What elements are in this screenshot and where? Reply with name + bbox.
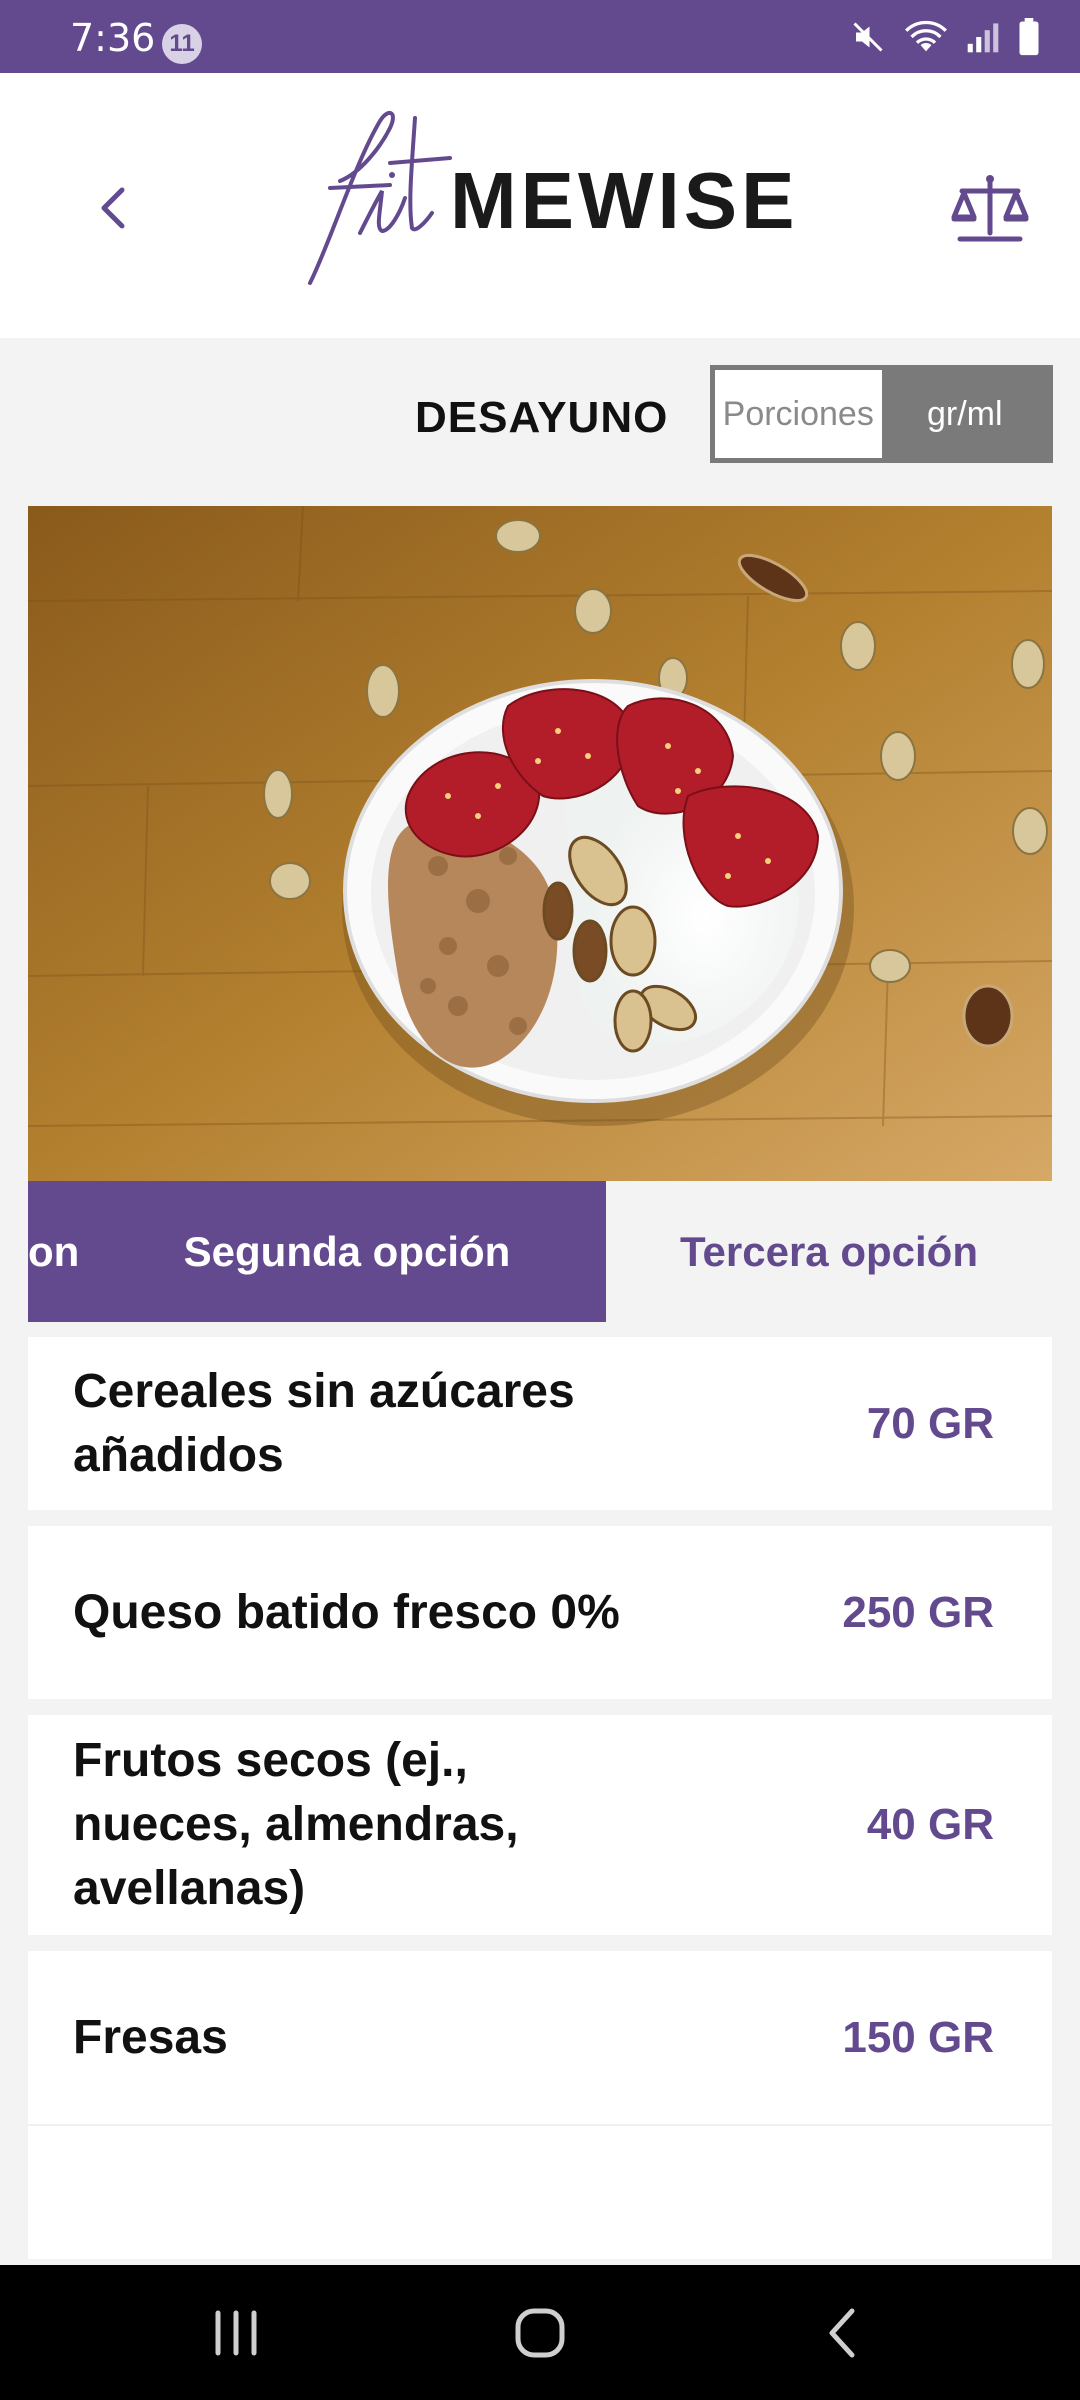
unit-toggle[interactable]: Porciones gr/ml [710,365,1053,463]
food-item[interactable]: Fresas 150 GR [28,1951,1052,2124]
food-item[interactable]: Queso batido fresco 0% 250 GR [28,1526,1052,1699]
toggle-option-grml[interactable]: gr/ml [881,370,1048,458]
tab-segunda-opcion[interactable]: Segunda opción [88,1181,606,1322]
fitmewise-logo: MEWISE [300,103,794,293]
tab-tercera-opcion[interactable]: Tercera opción [606,1181,1052,1322]
status-bar: 7:36 11 [0,0,1080,73]
food-name: Queso batido fresco 0% [73,1585,620,1639]
food-list: Cereales sin azúcares añadidos 70 GR Que… [28,1337,1052,2259]
meal-title: DESAYUNO [415,393,669,442]
toggle-option-porciones[interactable]: Porciones [715,370,882,458]
logo-wordmark: MEWISE [450,156,799,245]
system-nav-bar [0,2265,1080,2400]
option-tabs: on Segunda opción Tercera opción [28,1181,1052,1322]
battery-icon [1019,18,1039,56]
logo-script-fit [308,111,452,285]
food-name: Fresas [73,2010,228,2064]
food-name: Frutos secos (ej., nueces, almendras, av… [73,1734,519,1915]
notification-count-badge: 11 [162,24,202,64]
signal-icon [967,23,999,53]
home-button[interactable] [470,2265,610,2400]
nav-back-button[interactable] [774,2265,914,2400]
recent-apps-button[interactable] [166,2265,306,2400]
status-icons [850,18,1040,56]
food-quantity: 250 GR [842,1587,994,1637]
meal-photo [28,506,1052,1181]
back-icon [829,2308,855,2357]
mute-icon [853,22,883,52]
food-quantity: 40 GR [866,1800,994,1849]
tab-primera-opcion[interactable]: on [28,1181,88,1322]
food-item[interactable]: Frutos secos (ej., nueces, almendras, av… [28,1715,1052,1935]
food-quantity: 150 GR [842,2012,994,2062]
list-spacer [28,2124,1052,2259]
wifi-icon [905,20,947,52]
scale-button[interactable] [950,173,1030,248]
chevron-left-icon [101,187,125,229]
back-button[interactable] [80,168,140,248]
status-time: 7:36 [70,16,156,60]
food-name: Cereales sin azúcares añadidos [73,1364,575,1482]
food-quantity: 70 GR [866,1398,994,1448]
recent-apps-icon [215,2310,257,2355]
food-item[interactable]: Cereales sin azúcares añadidos 70 GR [28,1337,1052,1510]
app-header: MEWISE [0,73,1080,338]
home-icon [515,2308,565,2357]
scale-icon [951,175,1029,242]
